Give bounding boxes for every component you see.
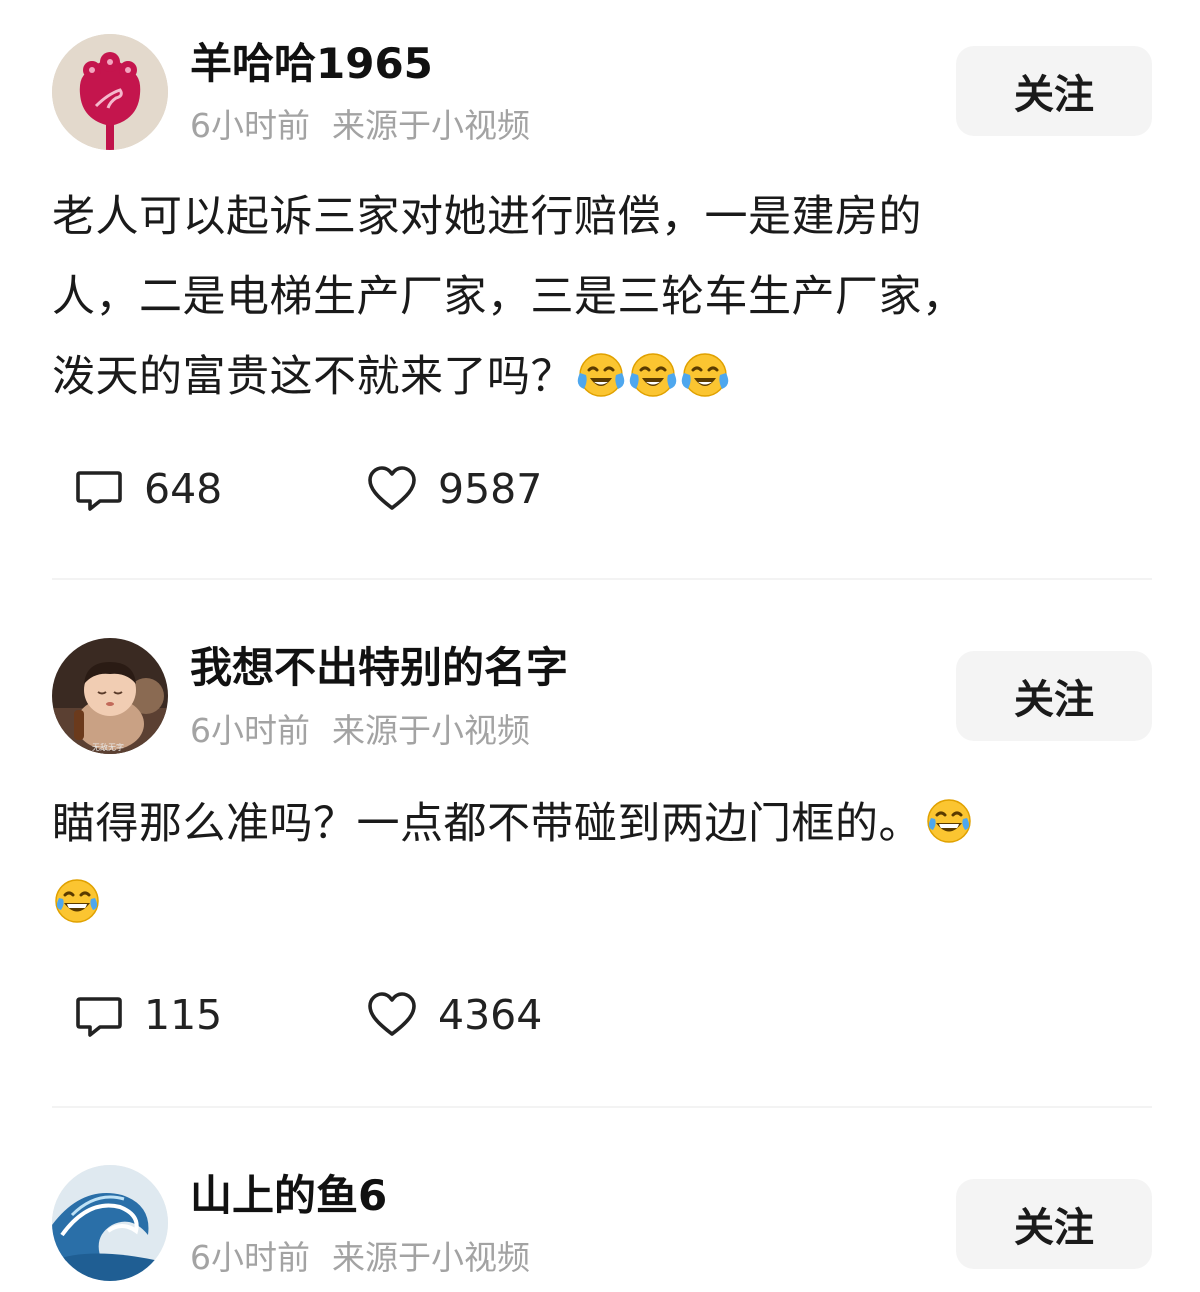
comment-text: 老人可以起诉三家对她进行赔偿，一是建房的 人，二是电梯生产厂家，三是三轮车生产厂… [52, 177, 1148, 417]
username[interactable]: 我想不出特别的名字 [190, 642, 568, 694]
comment-text: 瞄得那么准吗？一点都不带碰到两边门框的。 [52, 784, 1148, 944]
divider [52, 1106, 1152, 1108]
heart-outline-icon [368, 992, 416, 1036]
tears-of-joy-emoji [924, 796, 974, 846]
avatar[interactable] [52, 34, 168, 150]
crying-laughing-emoji [576, 349, 626, 399]
comment-line [52, 864, 1148, 944]
comment-count-button[interactable]: 115 [74, 987, 222, 1043]
follow-button[interactable]: 关注 [956, 46, 1152, 136]
follow-button[interactable]: 关注 [956, 651, 1152, 741]
post-source: 来源于小视频 [332, 1238, 530, 1277]
like-count: 9587 [438, 465, 543, 513]
comment-line-text: 瞄得那么准吗？一点都不带碰到两边门框的。 [52, 799, 922, 849]
avatar-caption: 无敌无字 [92, 742, 124, 752]
comment-line: 人，二是电梯生产厂家，三是三轮车生产厂家， [52, 272, 966, 322]
post-source: 来源于小视频 [332, 711, 530, 750]
comment-bubble-icon [76, 471, 122, 511]
avatar[interactable]: 无敌无字 [52, 638, 168, 754]
like-button[interactable]: 9587 [366, 461, 542, 517]
tears-of-joy-emoji [52, 876, 102, 926]
like-button[interactable]: 4364 [366, 987, 542, 1043]
post-time: 6小时前 [190, 1238, 310, 1277]
comment-bubble-icon [76, 997, 122, 1037]
comment-count: 115 [144, 991, 223, 1039]
like-count: 4364 [438, 991, 543, 1039]
comment-count-button[interactable]: 648 [74, 461, 222, 517]
post-meta: 6小时前 来源于小视频 [190, 106, 530, 146]
crying-laughing-emoji [628, 349, 678, 399]
crying-laughing-emoji [680, 349, 730, 399]
comment-count: 648 [144, 465, 223, 513]
post-source: 来源于小视频 [332, 106, 530, 145]
post-time: 6小时前 [190, 106, 310, 145]
post-meta: 6小时前 来源于小视频 [190, 711, 530, 751]
username[interactable]: 山上的鱼6 [190, 1170, 387, 1222]
comment-line: 老人可以起诉三家对她进行赔偿，一是建房的 [52, 192, 922, 242]
username[interactable]: 羊哈哈1965 [190, 38, 433, 90]
comment-line: 瞄得那么准吗？一点都不带碰到两边门框的。 [52, 784, 1148, 864]
post-meta: 6小时前 来源于小视频 [190, 1238, 530, 1278]
follow-button[interactable]: 关注 [956, 1179, 1152, 1269]
divider [52, 578, 1152, 580]
comment-line-text: 泼天的富贵这不就来了吗？ [52, 352, 574, 402]
avatar[interactable] [52, 1165, 168, 1281]
comment-line: 泼天的富贵这不就来了吗？ [52, 337, 1148, 417]
heart-outline-icon [368, 466, 416, 510]
post-time: 6小时前 [190, 711, 310, 750]
